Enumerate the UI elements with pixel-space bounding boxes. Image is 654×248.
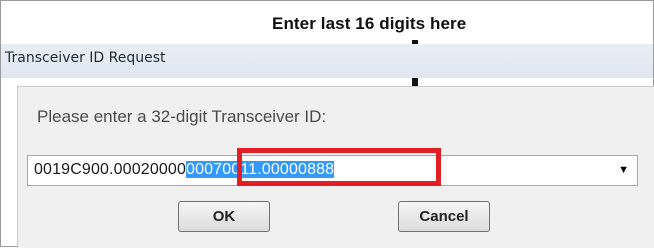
- window-title: Transceiver ID Request: [5, 50, 166, 66]
- cancel-button[interactable]: Cancel: [398, 201, 490, 232]
- dialog-prompt: Please enter a 32-digit Transceiver ID:: [37, 107, 327, 126]
- annotation-highlight-box: [237, 148, 441, 186]
- transceiver-id-prefix: 0019C900.00020000: [34, 161, 187, 178]
- annotation-callout-text: Enter last 16 digits here: [272, 14, 467, 33]
- dropdown-arrow-icon[interactable]: ▼: [618, 164, 629, 176]
- ok-button[interactable]: OK: [178, 201, 270, 232]
